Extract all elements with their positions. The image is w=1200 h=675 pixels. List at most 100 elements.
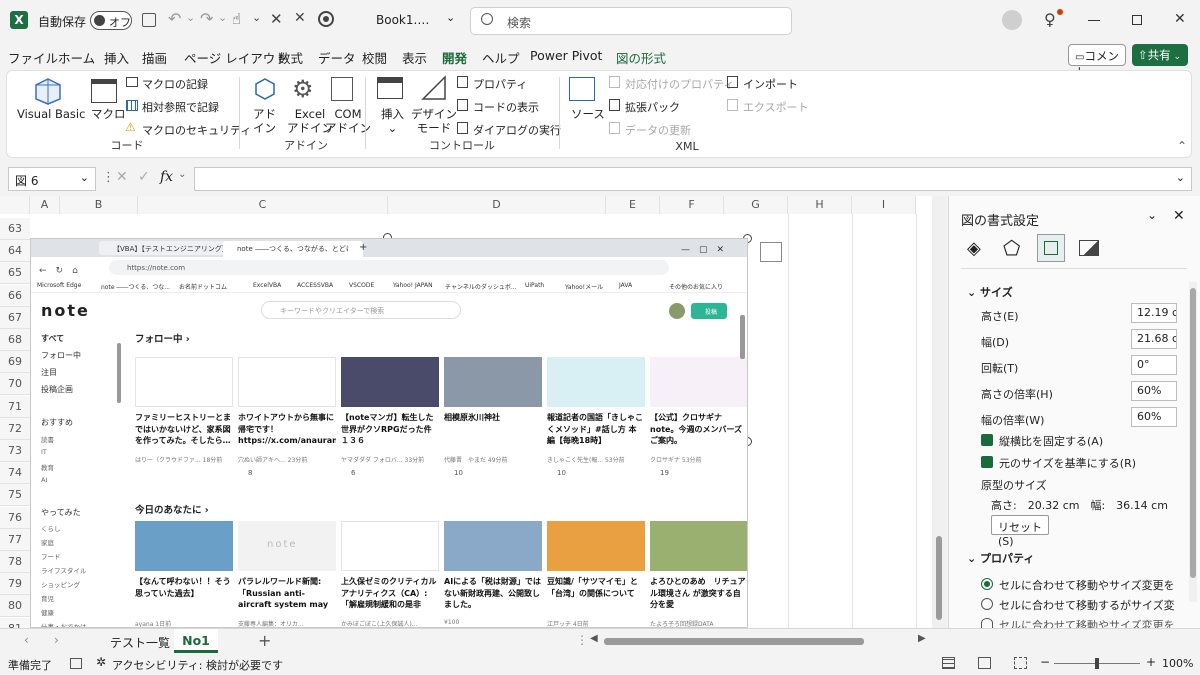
pane-options-icon[interactable]: ⌄	[1147, 208, 1157, 222]
effects-icon[interactable]: ⬠	[1003, 236, 1020, 260]
card-thumbnail[interactable]	[650, 357, 747, 407]
horizontal-scrollbar[interactable]: ◀ ▶	[590, 633, 930, 649]
card-thumbnail[interactable]	[444, 521, 542, 571]
zoom-in-icon[interactable]: +	[1146, 655, 1156, 669]
width-scale-input[interactable]: 60%	[1131, 407, 1177, 427]
bookmark[interactable]: ExcelVBA	[253, 282, 281, 289]
zoom-thumb[interactable]	[1095, 658, 1099, 669]
card-title[interactable]: AIによる「税は財源」ではない新財政再建、公開致しました。	[444, 576, 542, 611]
note-sidebar-item[interactable]: 仕事・おでかけ	[41, 621, 87, 627]
note-avatar[interactable]	[669, 303, 685, 319]
nav-icons[interactable]: ← ↻ ⌂	[39, 263, 78, 276]
scroll-right-icon[interactable]: ▶	[918, 633, 926, 644]
card-thumbnail[interactable]	[547, 357, 645, 407]
properties-button[interactable]: プロパティ	[473, 76, 527, 92]
card-likes[interactable]: 8	[248, 469, 252, 477]
reset-button[interactable]: リセット(S)	[991, 515, 1049, 548]
expansion-pack-button[interactable]: 拡張パック	[625, 99, 680, 115]
restore-icon[interactable]	[1132, 15, 1142, 25]
move-no-size-radio[interactable]	[981, 598, 993, 610]
tabs-more-icon[interactable]: ⋮	[576, 633, 588, 647]
card-thumbnail[interactable]	[238, 357, 336, 407]
card-title[interactable]: ファミリーヒストリーとまではいかないけど、家系図を作ってみた。そしたら…	[135, 412, 233, 447]
note-sidebar-item[interactable]: 健康	[41, 607, 54, 617]
picture-icon[interactable]	[1079, 240, 1099, 256]
card-thumbnail[interactable]	[650, 521, 747, 571]
column-header[interactable]: H	[788, 196, 852, 214]
sheet-tab-test-list[interactable]: テスト一覧	[110, 634, 170, 651]
properties-section-toggle[interactable]: ⌄ プロパティ	[967, 550, 1034, 566]
column-header[interactable]: B	[60, 196, 138, 214]
card-likes[interactable]: 19	[660, 469, 669, 477]
size-properties-icon[interactable]	[1037, 234, 1065, 262]
height-input[interactable]: 12.19 cm	[1131, 303, 1177, 323]
row-header[interactable]: 77	[0, 528, 30, 551]
column-header[interactable]: C	[138, 196, 388, 214]
scroll-thumb[interactable]	[604, 638, 864, 645]
section-for-you[interactable]: 今日のあなたに ›	[135, 502, 209, 516]
note-sidebar-item[interactable]: AI	[41, 476, 47, 484]
vertical-scrollbar[interactable]	[932, 196, 946, 628]
card-title[interactable]: よろひとのあめ リチュアル環境さん が激突する自分を愛	[650, 576, 747, 611]
bookmark[interactable]: Yahoo! JAPAN	[393, 282, 433, 289]
width-input[interactable]: 21.68 cm	[1131, 329, 1177, 349]
bookmark[interactable]: お名前ドットコム	[179, 282, 227, 291]
column-header[interactable]: I	[852, 196, 916, 214]
card-title[interactable]: 【なんて呼わない！！そう思っていた過去】	[135, 576, 233, 611]
row-header[interactable]: 79	[0, 573, 30, 596]
row-header[interactable]: 63	[0, 218, 30, 240]
page-layout-view-icon[interactable]	[978, 657, 991, 669]
tab-picture-format[interactable]: 図の形式	[616, 48, 666, 67]
card-title[interactable]: パラレルワールド新聞:「Russian anti-aircraft system…	[238, 576, 336, 611]
bookmark[interactable]: VSCODE	[349, 282, 374, 289]
row-header[interactable]: 72	[0, 417, 30, 440]
redo-icon[interactable]: ↷	[200, 9, 213, 28]
note-sidebar-item[interactable]: くらし	[41, 523, 61, 533]
row-header[interactable]: 69	[0, 351, 30, 374]
note-sidebar-item[interactable]: すべて	[41, 333, 64, 344]
pane-close-icon[interactable]: ✕	[1173, 208, 1185, 224]
bookmark[interactable]: Microsoft Edge	[37, 282, 81, 289]
note-sidebar-item[interactable]: 投稿企画	[41, 384, 73, 395]
lightbulb-icon[interactable]: ♀	[1044, 10, 1056, 29]
map-props-button[interactable]: 対応付けのプロパティ	[625, 76, 734, 92]
tab-home[interactable]: ホーム	[58, 48, 95, 67]
row-header[interactable]: 80	[0, 595, 30, 618]
tab-power-pivot[interactable]: Power Pivot	[530, 48, 602, 63]
macro-button[interactable]: マクロ	[91, 107, 126, 121]
card-title[interactable]: ホワイトアウトから無事に帰宅です！ https://x.com/anaurana…	[238, 412, 336, 447]
search-box[interactable]: 検索	[470, 7, 792, 35]
note-sidebar-item[interactable]: おすすめ	[41, 417, 73, 428]
card-thumbnail[interactable]	[135, 357, 233, 407]
note-sidebar-item[interactable]: ライフスタイル	[41, 565, 87, 575]
undo-icon[interactable]: ↶	[168, 9, 181, 28]
note-sidebar-item[interactable]: 家庭	[41, 537, 54, 547]
autosave-toggle[interactable]: オフ	[90, 11, 132, 30]
confirm-formula-icon[interactable]: ✓	[138, 169, 150, 185]
visual-basic-button[interactable]: Visual Basic	[17, 107, 85, 121]
record-icon[interactable]	[318, 11, 334, 27]
column-header[interactable]: D	[388, 196, 606, 214]
minimize-icon[interactable]	[1088, 20, 1100, 21]
card-title[interactable]: 【公式】クロサギナ note。今週のメンバーズご案内。	[650, 412, 747, 447]
tab-formulas[interactable]: 数式	[278, 48, 303, 67]
share-button[interactable]: ⇧共有 ⌄	[1132, 44, 1188, 66]
no-move-radio[interactable]	[981, 618, 993, 628]
macro-record-status-icon[interactable]	[70, 658, 82, 669]
tab-data[interactable]: データ	[318, 48, 356, 67]
card-title[interactable]: 【noteマンガ】転生した世界がクソRPGだった件１３６	[341, 412, 439, 447]
bookmark[interactable]: UiPath	[525, 282, 544, 289]
addin-button[interactable]: アド イン	[253, 107, 276, 135]
design-mode-button[interactable]: デザイン モード	[411, 107, 457, 135]
note-sidebar-item[interactable]: 育児	[41, 593, 54, 603]
new-tab-icon[interactable]: +	[359, 242, 367, 253]
column-header[interactable]: E	[606, 196, 660, 214]
row-header[interactable]: 74	[0, 462, 30, 485]
card-thumbnail[interactable]	[444, 357, 542, 407]
cancel-formula-icon[interactable]: ✕	[116, 169, 128, 185]
collapse-ribbon-icon[interactable]: ⌃	[1177, 139, 1187, 153]
tab-insert[interactable]: 挿入	[104, 48, 129, 67]
size-section-toggle[interactable]: ⌄ サイズ	[967, 284, 1013, 300]
note-sidebar-item[interactable]: 読書	[41, 434, 54, 444]
note-sidebar-item[interactable]: フード	[41, 551, 61, 561]
